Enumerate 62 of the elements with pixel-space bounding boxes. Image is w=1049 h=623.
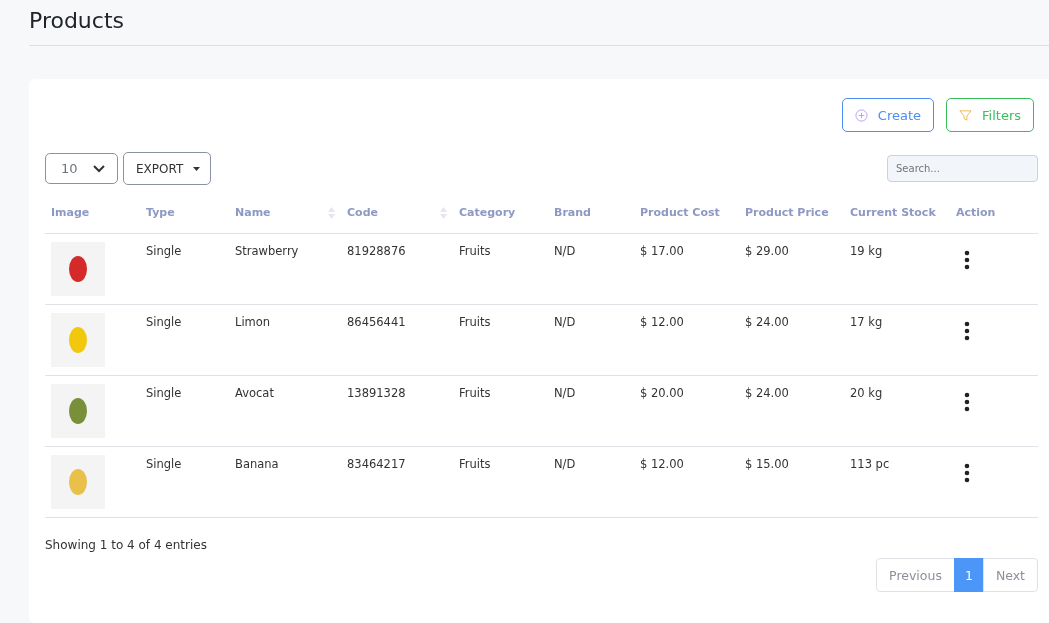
- column-header: Product Price: [739, 197, 844, 234]
- plus-circle-icon: [854, 108, 868, 122]
- table-cell: 81928876: [341, 233, 453, 305]
- table-cell: $ 24.00: [739, 375, 844, 447]
- table-cell: 113 pc: [844, 446, 950, 518]
- column-header: Category: [453, 197, 548, 234]
- page-title: Products: [29, 8, 125, 35]
- table-cell: $ 20.00: [634, 375, 739, 447]
- column-header: Current Stock: [844, 197, 950, 234]
- page-button[interactable]: 1: [953, 558, 984, 592]
- export-dropdown[interactable]: EXPORT: [123, 152, 212, 185]
- column-header: Image: [45, 197, 140, 234]
- pagination-button[interactable]: Previous: [876, 558, 955, 592]
- table-cell: 86456441: [341, 304, 453, 376]
- sort-icon: [328, 206, 335, 219]
- table-cell: Avocat: [229, 375, 341, 447]
- column-header: Action: [950, 197, 1038, 234]
- column-header[interactable]: Code: [341, 197, 453, 234]
- caret-icon: [193, 166, 201, 171]
- table-cell: Fruits: [453, 304, 548, 376]
- table-cell: 20 kg: [844, 375, 950, 447]
- table-cell: Single: [140, 375, 229, 447]
- more-vertical-icon[interactable]: [964, 250, 970, 270]
- table-cell: Fruits: [453, 233, 548, 305]
- pagination-button[interactable]: Next: [982, 558, 1038, 592]
- more-vertical-icon[interactable]: [964, 463, 970, 483]
- search-field[interactable]: Search...: [887, 155, 1038, 182]
- column-header[interactable]: Name: [229, 197, 341, 234]
- sort-icon: [440, 206, 447, 219]
- column-header: Product Cost: [634, 197, 739, 234]
- table-cell: $ 29.00: [739, 233, 844, 305]
- table-cell: Banana: [229, 446, 341, 518]
- table-cell: N/D: [548, 446, 634, 518]
- table-cell: $ 15.00: [739, 446, 844, 518]
- table-cell: $ 24.00: [739, 304, 844, 376]
- table-cell: Fruits: [453, 446, 548, 518]
- column-header: Brand: [548, 197, 634, 234]
- table-cell: N/D: [548, 233, 634, 305]
- table-cell: 83464217: [341, 446, 453, 518]
- table-cell: Single: [140, 446, 229, 518]
- table-cell: $ 12.00: [634, 304, 739, 376]
- more-vertical-icon[interactable]: [964, 392, 970, 412]
- table-cell: $ 17.00: [634, 233, 739, 305]
- table-cell: Fruits: [453, 375, 548, 447]
- table-cell: N/D: [548, 304, 634, 376]
- page-size-select[interactable]: 10: [45, 153, 118, 184]
- table-cell: 19 kg: [844, 233, 950, 305]
- table-cell: Strawberry: [229, 233, 341, 305]
- table-cell: 17 kg: [844, 304, 950, 376]
- chevron-down-icon: [93, 164, 105, 173]
- column-header: Type: [140, 197, 229, 234]
- table-cell: Limon: [229, 304, 341, 376]
- create-button[interactable]: Create: [841, 98, 935, 132]
- table-cell: Single: [140, 304, 229, 376]
- table-cell: N/D: [548, 375, 634, 447]
- more-vertical-icon[interactable]: [964, 321, 970, 341]
- table-cell: $ 12.00: [634, 446, 739, 518]
- table-cell: 13891328: [341, 375, 453, 447]
- table-cell: Single: [140, 233, 229, 305]
- filter-icon: [959, 108, 973, 122]
- entries-summary: Showing 1 to 4 of 4 entries: [45, 538, 208, 552]
- filters-button[interactable]: Filters: [946, 98, 1034, 132]
